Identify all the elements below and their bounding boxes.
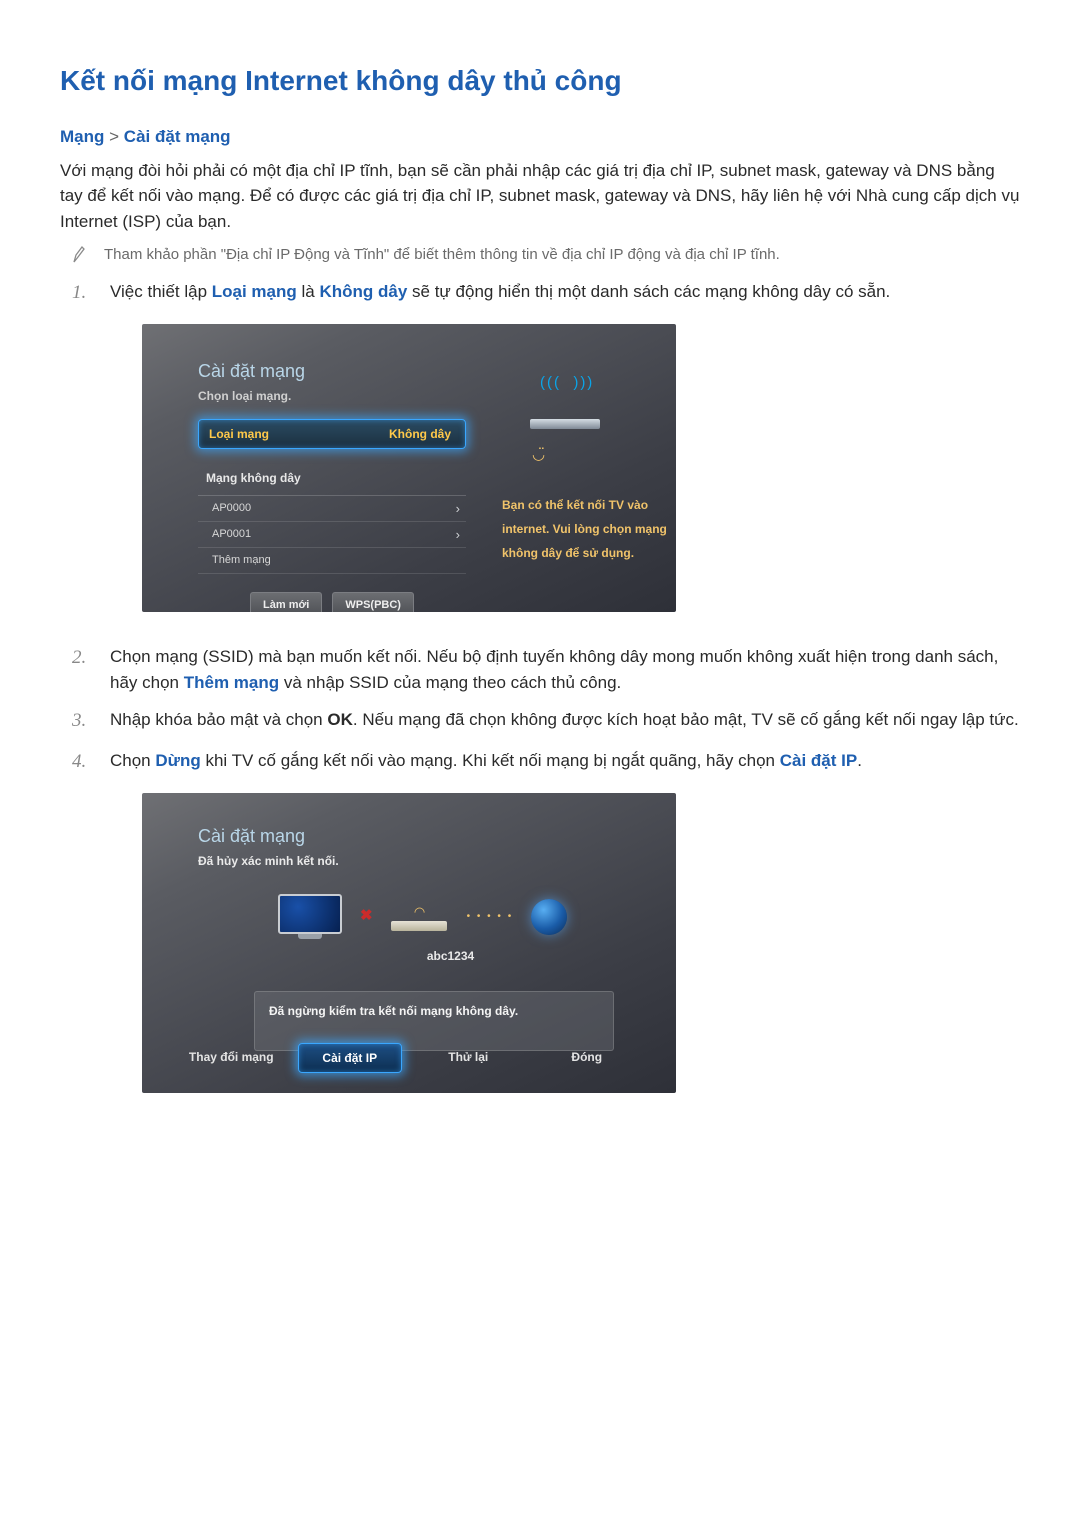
add-network-label: Thêm mạng <box>212 552 271 569</box>
retry-button[interactable]: Thử lại <box>416 1043 520 1073</box>
signal-icon: ((( ))) <box>540 372 594 395</box>
kw-network-type: Loại mạng <box>212 282 297 301</box>
tv1-info-2: internet. Vui lòng chọn mạng <box>502 517 672 541</box>
page-title: Kết nối mạng Internet không dây thủ công <box>60 60 1020 102</box>
kw-ok: OK <box>327 710 353 729</box>
chevron-right-icon: › <box>456 499 460 519</box>
network-item-1[interactable]: AP0001 › <box>198 522 466 548</box>
kw-stop: Dừng <box>155 751 200 770</box>
connection-dots-icon: • • • • • <box>467 909 514 924</box>
tv-icon <box>278 894 342 934</box>
change-network-button[interactable]: Thay đổi mạng <box>179 1043 283 1073</box>
network-item-0[interactable]: AP0000 › <box>198 496 466 522</box>
tv1-subtitle: Chọn loại mạng. <box>198 387 466 405</box>
network-type-field[interactable]: Loại mạng Không dây <box>198 419 466 449</box>
network-name: abc1234 <box>243 947 658 965</box>
breadcrumb: Mạng > Cài đặt mạng <box>60 124 1020 150</box>
router-illustration: ((( ))) <box>512 372 632 434</box>
refresh-button[interactable]: Làm mới <box>250 592 322 612</box>
router-icon: ◠ <box>391 902 449 932</box>
disconnect-icon: ✖ <box>360 905 373 928</box>
wps-button[interactable]: WPS(PBC) <box>332 592 414 612</box>
note-text: Tham khảo phần "Địa chỉ IP Động và Tĩnh"… <box>104 244 780 267</box>
note-icon <box>72 246 86 264</box>
tv2-title: Cài đặt mạng <box>198 823 658 850</box>
step-2: Chọn mạng (SSID) mà bạn muốn kết nối. Nế… <box>110 644 1020 695</box>
network-type-value: Không dây <box>389 425 451 443</box>
kw-ip-settings: Cài đặt IP <box>780 751 857 770</box>
step-1: Việc thiết lập Loại mạng là Không dây sẽ… <box>110 279 1020 633</box>
intro-text: Với mạng đòi hỏi phải có một địa chỉ IP … <box>60 158 1020 235</box>
tv1-title: Cài đặt mạng <box>198 358 466 385</box>
chevron-right-icon: › <box>456 525 460 545</box>
network-type-label: Loại mạng <box>209 425 269 443</box>
step-3: Nhập khóa bảo mật và chọn OK. Nếu mạng đ… <box>110 707 1020 733</box>
tv1-info-1: Bạn có thể kết nối TV vào <box>502 493 672 517</box>
tv1-info-3: không dây để sử dụng. <box>502 541 672 565</box>
tv2-subtitle: Đã hủy xác minh kết nối. <box>198 852 658 870</box>
wifi-icon: ◡̈ <box>532 444 672 467</box>
network-item-label: AP0001 <box>212 526 251 543</box>
breadcrumb-a: Mạng <box>60 127 104 146</box>
close-button[interactable]: Đóng <box>535 1043 639 1073</box>
status-message: Đã ngừng kiểm tra kết nối mạng không dây… <box>254 991 614 1051</box>
wireless-section-label: Mạng không dây <box>198 469 466 496</box>
globe-icon <box>531 899 567 935</box>
wifi-icon: ◠ <box>391 902 449 922</box>
tv-connection-cancelled: Cài đặt mạng Đã hủy xác minh kết nối. ✖ … <box>142 793 676 1093</box>
connection-diagram: ✖ ◠ • • • • • <box>278 894 658 939</box>
tv-network-list: Cài đặt mạng Chọn loại mạng. Loại mạng K… <box>142 324 676 612</box>
kw-wireless: Không dây <box>319 282 407 301</box>
breadcrumb-b: Cài đặt mạng <box>124 127 231 146</box>
ip-settings-button[interactable]: Cài đặt IP <box>298 1043 402 1073</box>
add-network-item[interactable]: Thêm mạng <box>198 548 466 574</box>
step-4: Chọn Dừng khi TV cố gắng kết nối vào mạn… <box>110 748 1020 1114</box>
breadcrumb-sep: > <box>109 127 119 146</box>
network-item-label: AP0000 <box>212 500 251 517</box>
kw-add-network: Thêm mạng <box>184 673 279 692</box>
